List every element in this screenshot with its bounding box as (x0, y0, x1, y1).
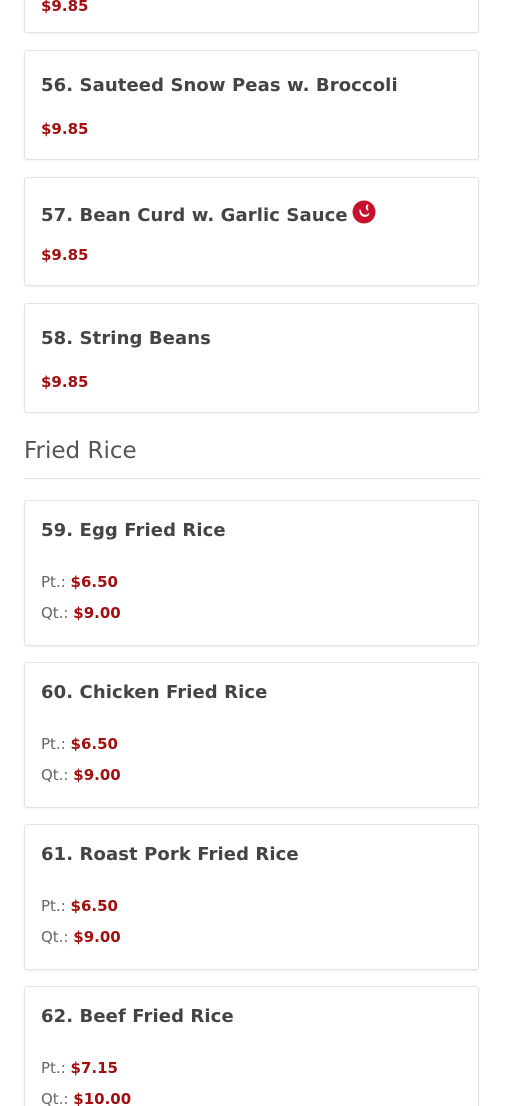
menu-item-card-partial[interactable]: $9.85 (24, 0, 479, 33)
pint-price-row: Pt.: $6.50 (41, 897, 118, 915)
quart-label: Qt.: (41, 928, 69, 946)
menu-page: $9.85 56. Sauteed Snow Peas w. Broccoli … (0, 0, 510, 1106)
quart-price: $9.00 (73, 928, 121, 946)
menu-item-card[interactable]: 57. Bean Curd w. Garlic Sauce $9.85 (24, 177, 479, 286)
pint-price: $6.50 (70, 573, 118, 591)
quart-label: Qt.: (41, 1090, 69, 1106)
item-name: 56. Sauteed Snow Peas w. Broccoli (41, 75, 398, 96)
pint-label: Pt.: (41, 1059, 66, 1077)
quart-price-row: Qt.: $9.00 (41, 766, 121, 784)
menu-item-card[interactable]: 61. Roast Pork Fried Rice Pt.: $6.50 Qt.… (24, 824, 479, 970)
section-title: Fried Rice (24, 438, 137, 464)
pint-label: Pt.: (41, 573, 66, 591)
quart-label: Qt.: (41, 604, 69, 622)
menu-item-card[interactable]: 62. Beef Fried Rice Pt.: $7.15 Qt.: $10.… (24, 986, 479, 1106)
item-price: $9.85 (41, 0, 89, 15)
quart-price-row: Qt.: $10.00 (41, 1090, 131, 1106)
pint-price-row: Pt.: $6.50 (41, 735, 118, 753)
pint-label: Pt.: (41, 735, 66, 753)
quart-price: $10.00 (73, 1090, 132, 1106)
item-price: $9.85 (41, 120, 89, 138)
spicy-chili-icon (352, 200, 376, 224)
item-name: 57. Bean Curd w. Garlic Sauce (41, 205, 348, 226)
pint-label: Pt.: (41, 897, 66, 915)
quart-price: $9.00 (73, 766, 121, 784)
item-name: 62. Beef Fried Rice (41, 1006, 234, 1027)
item-price: $9.85 (41, 246, 89, 264)
menu-item-card[interactable]: 59. Egg Fried Rice Pt.: $6.50 Qt.: $9.00 (24, 500, 479, 646)
quart-label: Qt.: (41, 766, 69, 784)
pint-price: $7.15 (70, 1059, 118, 1077)
item-name: 61. Roast Pork Fried Rice (41, 844, 299, 865)
quart-price-row: Qt.: $9.00 (41, 928, 121, 946)
pint-price: $6.50 (70, 897, 118, 915)
pint-price: $6.50 (70, 735, 118, 753)
item-name: 58. String Beans (41, 328, 211, 349)
item-price: $9.85 (41, 373, 89, 391)
item-name: 60. Chicken Fried Rice (41, 682, 268, 703)
menu-item-card[interactable]: 60. Chicken Fried Rice Pt.: $6.50 Qt.: $… (24, 662, 479, 808)
item-name-row: 57. Bean Curd w. Garlic Sauce (41, 200, 376, 226)
pint-price-row: Pt.: $7.15 (41, 1059, 118, 1077)
menu-item-card[interactable]: 58. String Beans $9.85 (24, 303, 479, 413)
quart-price-row: Qt.: $9.00 (41, 604, 121, 622)
pint-price-row: Pt.: $6.50 (41, 573, 118, 591)
section-divider (24, 478, 481, 479)
quart-price: $9.00 (73, 604, 121, 622)
menu-item-card[interactable]: 56. Sauteed Snow Peas w. Broccoli $9.85 (24, 50, 479, 160)
item-name: 59. Egg Fried Rice (41, 520, 226, 541)
